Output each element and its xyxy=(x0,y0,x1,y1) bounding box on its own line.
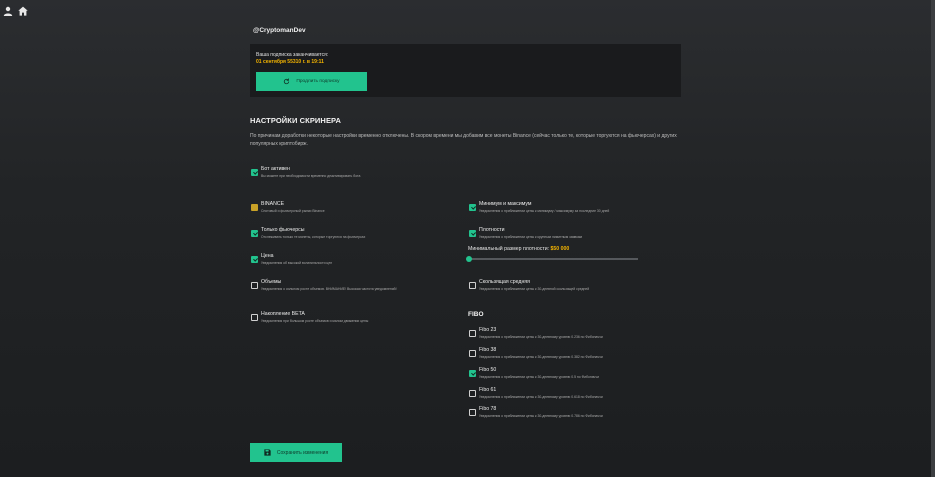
option-title: Накопление BETA xyxy=(261,311,305,317)
option-description: Вы можете при необходимости временно деа… xyxy=(261,174,361,178)
top-nav xyxy=(3,6,28,16)
checkbox-price[interactable] xyxy=(251,256,258,263)
checkbox-fibo-38[interactable] xyxy=(469,350,476,357)
home-icon[interactable] xyxy=(18,6,28,16)
option-description: Уведомления о приближении цены к 30-днев… xyxy=(479,375,599,379)
option-description: Уведомления о приближении цены к 30-днев… xyxy=(479,335,603,339)
checkbox-min-max[interactable] xyxy=(469,204,476,211)
option-description: Уведомления о сильном росте объемов. ВНИ… xyxy=(261,287,397,291)
option-description: Уведомления о приближении цены к 30-днев… xyxy=(479,287,590,291)
checkbox-fibo-78[interactable] xyxy=(469,409,476,416)
checkbox-fibo-23[interactable] xyxy=(469,330,476,337)
subscription-label: Ваша подписка заканчивается: xyxy=(256,52,329,58)
username: @CryptomanDev xyxy=(253,27,306,34)
option-title: Цена xyxy=(261,253,274,259)
option-title: BINANCE xyxy=(261,201,285,207)
density-slider[interactable] xyxy=(466,256,638,262)
subscription-expiry: 01 сентября 55310 г. в 19:11 xyxy=(256,59,324,65)
option-title: Бот активен xyxy=(261,166,290,172)
option-title: Объемы xyxy=(261,279,282,285)
save-icon xyxy=(264,449,271,456)
density-size-text: Минимальный размер плотности: xyxy=(468,246,550,252)
option-description: Уведомления о приближении цены к минимум… xyxy=(479,209,610,213)
option-description: Уведомления о приближении цены к 30-днев… xyxy=(479,395,603,399)
settings-title: НАСТРОЙКИ СКРИНЕРА xyxy=(250,116,342,125)
checkbox-density[interactable] xyxy=(469,230,476,237)
option-description: Уведомления о приближении цены к крупным… xyxy=(479,235,582,239)
option-title: Плотности xyxy=(479,227,505,233)
option-title: Fibo 78 xyxy=(479,406,497,412)
renew-subscription-label: Продлить подписку xyxy=(296,79,340,84)
checkbox-accumulation[interactable] xyxy=(251,314,258,321)
checkbox-fibo-61[interactable] xyxy=(469,390,476,397)
person-icon[interactable] xyxy=(3,6,13,16)
subscription-card: Ваша подписка заканчивается: 01 сентября… xyxy=(250,44,681,97)
scrollbar[interactable] xyxy=(931,0,935,477)
save-changes-button[interactable]: Сохранить изменения xyxy=(250,443,342,462)
save-changes-label: Сохранить изменения xyxy=(276,449,329,456)
checkbox-volumes[interactable] xyxy=(251,282,258,289)
settings-notice: По причинам доработки некоторые настройк… xyxy=(250,133,677,147)
option-title: Fibo 61 xyxy=(479,387,497,393)
option-description: Отслеживать только те монеты, которые то… xyxy=(261,235,366,239)
checkbox-binance xyxy=(251,204,258,211)
checkbox-fibo-50[interactable] xyxy=(469,370,476,377)
checkbox-bot-active[interactable] xyxy=(251,169,258,176)
option-title: Минимум и максимум xyxy=(479,201,532,207)
option-description: Спотовый и фьючерсный рынки Binance xyxy=(261,209,325,213)
option-description: Уведомления об высокой волатильности цен xyxy=(261,261,333,265)
density-size-label: Минимальный размер плотности: $50 000 xyxy=(468,246,569,252)
option-title: Fibo 38 xyxy=(479,347,497,353)
checkbox-moving-average[interactable] xyxy=(469,282,476,289)
option-description: Уведомления при большом росте объемов и … xyxy=(261,319,369,323)
option-title: Fibo 50 xyxy=(479,367,497,373)
option-title: Скользящая средняя xyxy=(479,279,530,285)
refresh-icon xyxy=(284,78,290,85)
option-title: Fibo 23 xyxy=(479,327,497,333)
checkbox-futures-only[interactable] xyxy=(251,230,258,237)
renew-subscription-button[interactable]: Продлить подписку xyxy=(256,72,367,91)
option-description: Уведомления о приближении цены к 30-днев… xyxy=(479,355,603,359)
option-description: Уведомления о приближении цены к 30-днев… xyxy=(479,414,603,418)
density-size-value: $50 000 xyxy=(550,246,570,252)
option-title: Только фьючерсы xyxy=(261,227,305,233)
density-slider-handle[interactable] xyxy=(466,256,472,262)
fibo-title: FIBO xyxy=(468,311,484,318)
